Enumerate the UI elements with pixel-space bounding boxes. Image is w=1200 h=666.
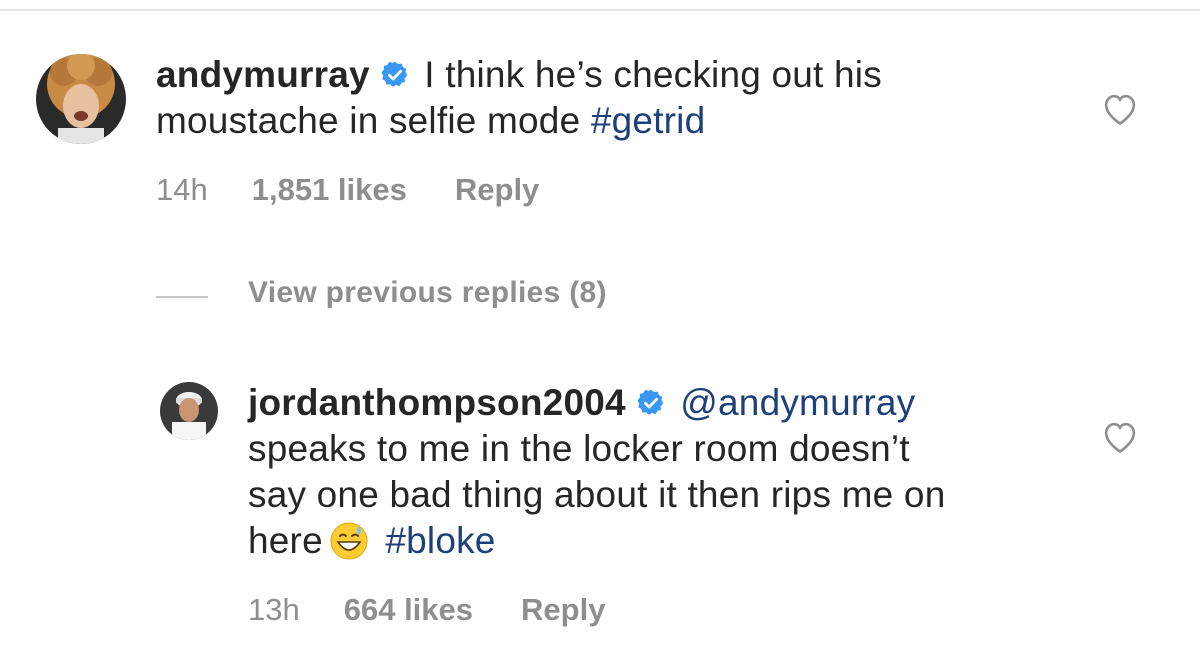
comment-text-line2: say one bad thing about it then rips me … bbox=[248, 474, 946, 515]
reply-button[interactable]: Reply bbox=[521, 592, 605, 628]
replies-divider-line bbox=[156, 296, 208, 298]
comment-text-line2: moustache in selfie mode bbox=[156, 100, 591, 141]
grinning-face-with-sweat-emoji bbox=[330, 522, 368, 560]
top-divider bbox=[0, 9, 1200, 11]
comment-text-line3: here bbox=[248, 520, 323, 561]
comment-meta: 14h 1,851 likes Reply bbox=[156, 172, 539, 208]
verified-badge-icon bbox=[381, 61, 408, 87]
comment-time: 14h bbox=[156, 172, 208, 207]
hashtag-link[interactable]: #bloke bbox=[385, 520, 495, 561]
avatar[interactable] bbox=[160, 382, 218, 440]
username[interactable]: andymurray bbox=[156, 54, 370, 95]
hashtag-link[interactable]: #getrid bbox=[591, 100, 706, 141]
comment-text-line1: I think he’s checking out his bbox=[413, 54, 882, 95]
heart-outline-icon[interactable] bbox=[1100, 90, 1140, 126]
likes-count[interactable]: 1,851 likes bbox=[252, 172, 407, 208]
verified-badge-icon bbox=[637, 389, 664, 415]
heart-outline-icon[interactable] bbox=[1100, 418, 1140, 454]
mention-link[interactable]: @andymurray bbox=[680, 382, 915, 423]
comment-body: jordanthompson2004 @andymurray speaks to… bbox=[248, 380, 945, 564]
comment-meta: 13h 664 likes Reply bbox=[248, 592, 605, 628]
username[interactable]: jordanthompson2004 bbox=[248, 382, 626, 423]
comment-time: 13h bbox=[248, 592, 300, 627]
reply-button[interactable]: Reply bbox=[455, 172, 539, 208]
avatar[interactable] bbox=[36, 54, 126, 144]
view-previous-replies-label[interactable]: View previous replies (8) bbox=[248, 276, 607, 310]
comment-body: andymurray I think he’s checking out his… bbox=[156, 52, 882, 144]
comment-text-line1: speaks to me in the locker room doesn’t bbox=[248, 428, 910, 469]
likes-count[interactable]: 664 likes bbox=[344, 592, 473, 628]
